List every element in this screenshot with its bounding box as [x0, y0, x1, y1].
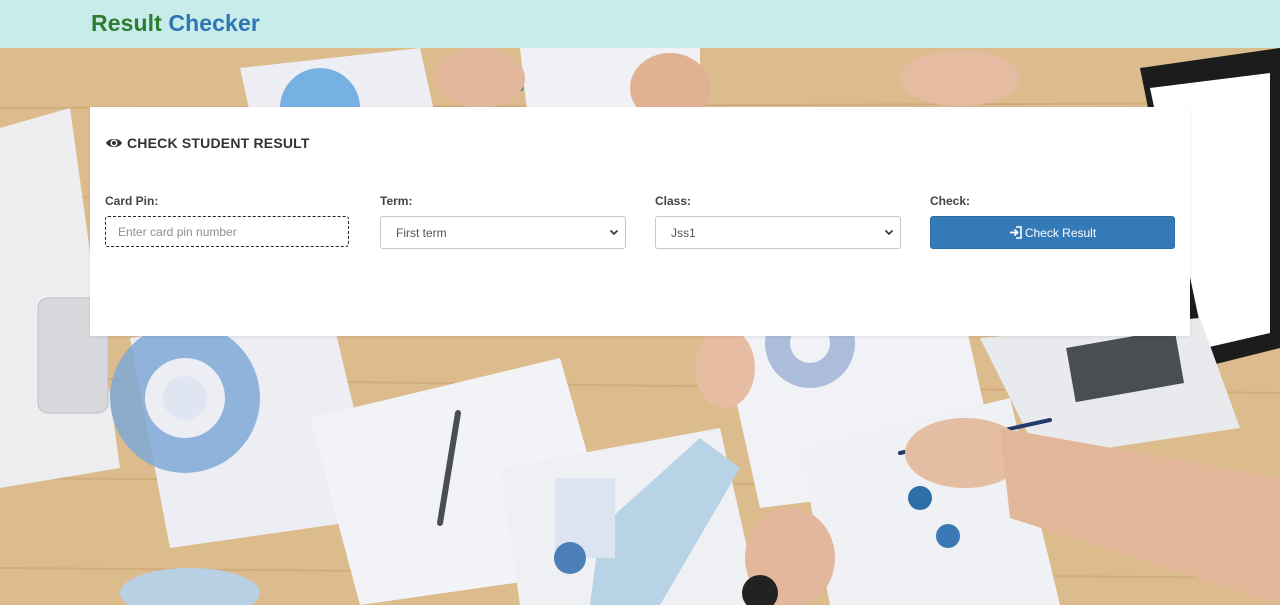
check-result-button[interactable]: Check Result	[930, 216, 1175, 249]
term-selected-value: First term	[396, 225, 447, 240]
class-selected-value: Jss1	[671, 225, 696, 240]
card-title: CHECK STUDENT RESULT	[105, 135, 310, 151]
class-label: Class:	[655, 194, 692, 208]
term-label: Term:	[380, 194, 413, 208]
brand-word-checker: Checker	[168, 10, 260, 36]
eye-icon	[106, 138, 122, 148]
brand-logo[interactable]: Result Checker	[91, 10, 260, 37]
login-icon	[1009, 226, 1022, 239]
term-select[interactable]: First term	[380, 216, 626, 249]
check-label: Check:	[930, 194, 971, 208]
card-pin-label: Card Pin:	[105, 194, 159, 208]
check-result-card: CHECK STUDENT RESULT Card Pin: Term: Fir…	[90, 107, 1190, 336]
chevron-down-icon	[884, 229, 894, 236]
card-title-text: CHECK STUDENT RESULT	[127, 135, 310, 151]
check-result-button-label: Check Result	[1024, 225, 1097, 240]
class-select[interactable]: Jss1	[655, 216, 901, 249]
brand-word-result: Result	[91, 10, 162, 36]
page: Result Checker CHECK STUDENT RESULT Card…	[0, 0, 1280, 605]
navbar: Result Checker	[0, 0, 1280, 48]
chevron-down-icon	[609, 229, 619, 236]
card-pin-input[interactable]	[105, 216, 349, 247]
